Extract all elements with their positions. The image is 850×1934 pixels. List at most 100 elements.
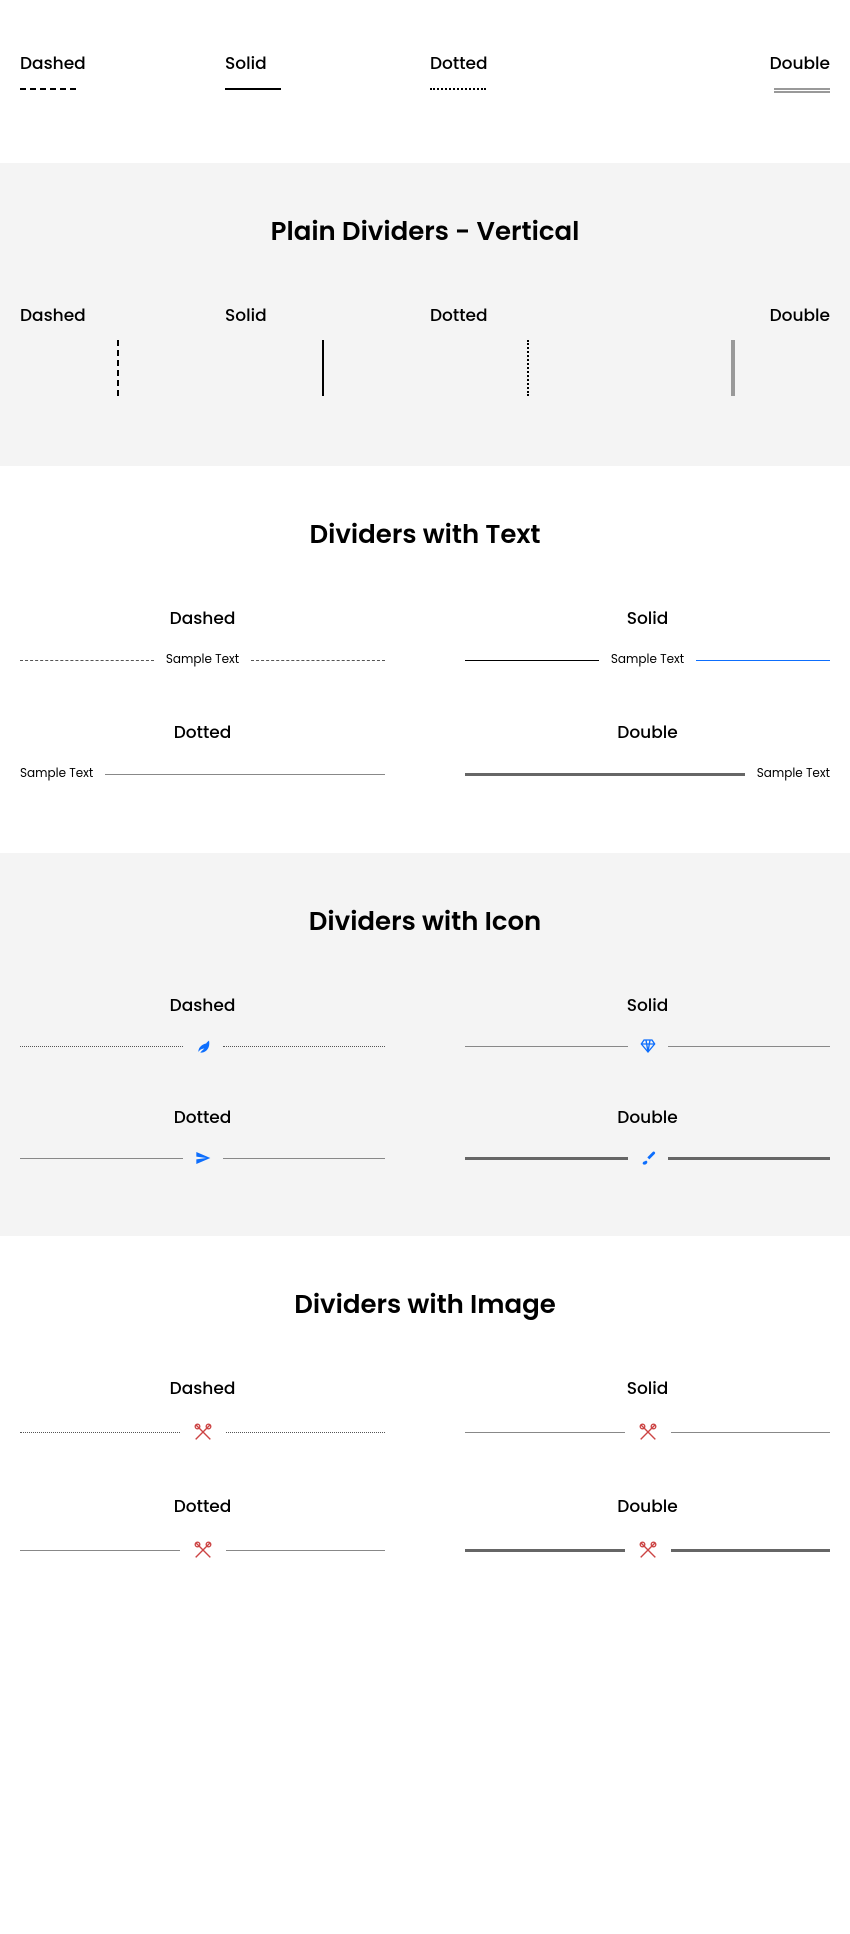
row: Dotted Double <box>20 1493 830 1561</box>
divider-with-icon <box>20 1150 385 1166</box>
label: Double <box>465 1493 830 1519</box>
divider-with-icon <box>465 1038 830 1054</box>
divider-with-text: Sample Text <box>20 651 385 669</box>
gem-icon <box>640 1038 656 1054</box>
label: Solid <box>225 50 420 76</box>
paper-plane-icon <box>195 1150 211 1166</box>
segment-right <box>251 660 385 661</box>
label: Double <box>635 50 830 76</box>
label: Dashed <box>20 50 215 76</box>
label: Dashed <box>20 605 385 631</box>
col-dotted: Dotted <box>430 302 625 396</box>
label: Dotted <box>20 719 385 745</box>
col-double: Double <box>635 302 830 396</box>
col-dashed: Dashed <box>20 992 385 1054</box>
divider-dotted-vertical <box>527 340 529 396</box>
segment-left <box>20 1158 183 1159</box>
col-dashed: Dashed Sample Text <box>20 605 385 669</box>
segment-right <box>671 1432 831 1433</box>
divider-text: Sample Text <box>166 651 239 669</box>
label: Solid <box>465 992 830 1018</box>
segment-left <box>20 660 154 661</box>
divider-with-text: Sample Text <box>465 765 830 783</box>
crossed-utensils-icon <box>192 1539 214 1561</box>
label: Dotted <box>20 1104 385 1130</box>
divider-with-icon <box>465 1150 830 1166</box>
section-title: Dividers with Text <box>20 516 830 555</box>
col-double: Double <box>635 50 830 93</box>
crossed-utensils-icon <box>637 1539 659 1561</box>
label: Solid <box>225 302 420 328</box>
section-title: Plain Dividers - Vertical <box>20 213 830 252</box>
segment-left <box>465 773 745 776</box>
col-dotted: Dotted <box>20 1493 385 1561</box>
label: Dotted <box>430 50 625 76</box>
row: Dotted Sample Text Double Sample Text <box>20 719 830 783</box>
col-solid: Solid <box>225 50 420 93</box>
row: Dotted Double <box>20 1104 830 1166</box>
section-title: Dividers with Image <box>20 1286 830 1325</box>
divider-text: Sample Text <box>20 765 93 783</box>
segment-right <box>223 1046 386 1047</box>
label: Dashed <box>20 992 385 1018</box>
col-double: Double <box>465 1493 830 1561</box>
segment-left <box>465 1432 625 1433</box>
row: Dashed Sample Text Solid Sample Text <box>20 605 830 669</box>
divider-text: Sample Text <box>757 765 830 783</box>
divider-double <box>774 88 830 93</box>
segment-right <box>105 774 385 775</box>
col-double: Double <box>465 1104 830 1166</box>
col-double: Double Sample Text <box>465 719 830 783</box>
label: Dotted <box>430 302 625 328</box>
segment-left <box>20 1432 180 1433</box>
col-dashed: Dashed <box>20 302 215 396</box>
row: Dashed Solid <box>20 1375 830 1443</box>
label: Double <box>635 302 830 328</box>
label: Solid <box>465 605 830 631</box>
label: Dashed <box>20 1375 385 1401</box>
row: Dashed Solid <box>20 992 830 1054</box>
segment-right <box>226 1550 386 1551</box>
segment-left <box>465 1549 625 1552</box>
plain-horizontal-section: Dashed Solid Dotted Double <box>0 0 850 163</box>
segment-left <box>20 1046 183 1047</box>
dividers-image-section: Dividers with Image Dashed Solid <box>0 1236 850 1631</box>
crossed-utensils-icon <box>192 1421 214 1443</box>
divider-text: Sample Text <box>611 651 684 669</box>
divider-solid-vertical <box>322 340 324 396</box>
divider-dashed <box>20 88 76 90</box>
divider-with-image <box>465 1539 830 1561</box>
label: Solid <box>465 1375 830 1401</box>
segment-right <box>226 1432 386 1433</box>
divider-with-image <box>20 1421 385 1443</box>
segment-left <box>465 660 599 661</box>
col-dotted: Dotted Sample Text <box>20 719 385 783</box>
brush-icon <box>640 1150 656 1166</box>
divider-with-image <box>465 1421 830 1443</box>
segment-right <box>668 1046 831 1047</box>
label: Double <box>465 719 830 745</box>
segment-right <box>671 1549 831 1552</box>
col-dashed: Dashed <box>20 50 215 93</box>
segment-left <box>465 1046 628 1047</box>
divider-solid <box>225 88 281 90</box>
dividers-icon-section: Dividers with Icon Dashed Solid <box>0 853 850 1236</box>
col-solid: Solid <box>465 1375 830 1443</box>
crossed-utensils-icon <box>637 1421 659 1443</box>
leaf-icon <box>195 1038 211 1054</box>
divider-double-vertical <box>731 340 735 396</box>
row: Dashed Solid Dotted Double <box>20 50 830 93</box>
segment-left <box>20 1550 180 1551</box>
divider-with-text: Sample Text <box>465 651 830 669</box>
divider-dashed-vertical <box>117 340 119 396</box>
segment-right <box>696 660 830 661</box>
dividers-text-section: Dividers with Text Dashed Sample Text So… <box>0 466 850 853</box>
col-solid: Solid <box>465 992 830 1054</box>
plain-vertical-section: Plain Dividers - Vertical Dashed Solid D… <box>0 163 850 466</box>
label: Dotted <box>20 1493 385 1519</box>
col-dotted: Dotted <box>20 1104 385 1166</box>
divider-with-icon <box>20 1038 385 1054</box>
col-solid: Solid Sample Text <box>465 605 830 669</box>
section-title: Dividers with Icon <box>20 903 830 942</box>
col-dashed: Dashed <box>20 1375 385 1443</box>
